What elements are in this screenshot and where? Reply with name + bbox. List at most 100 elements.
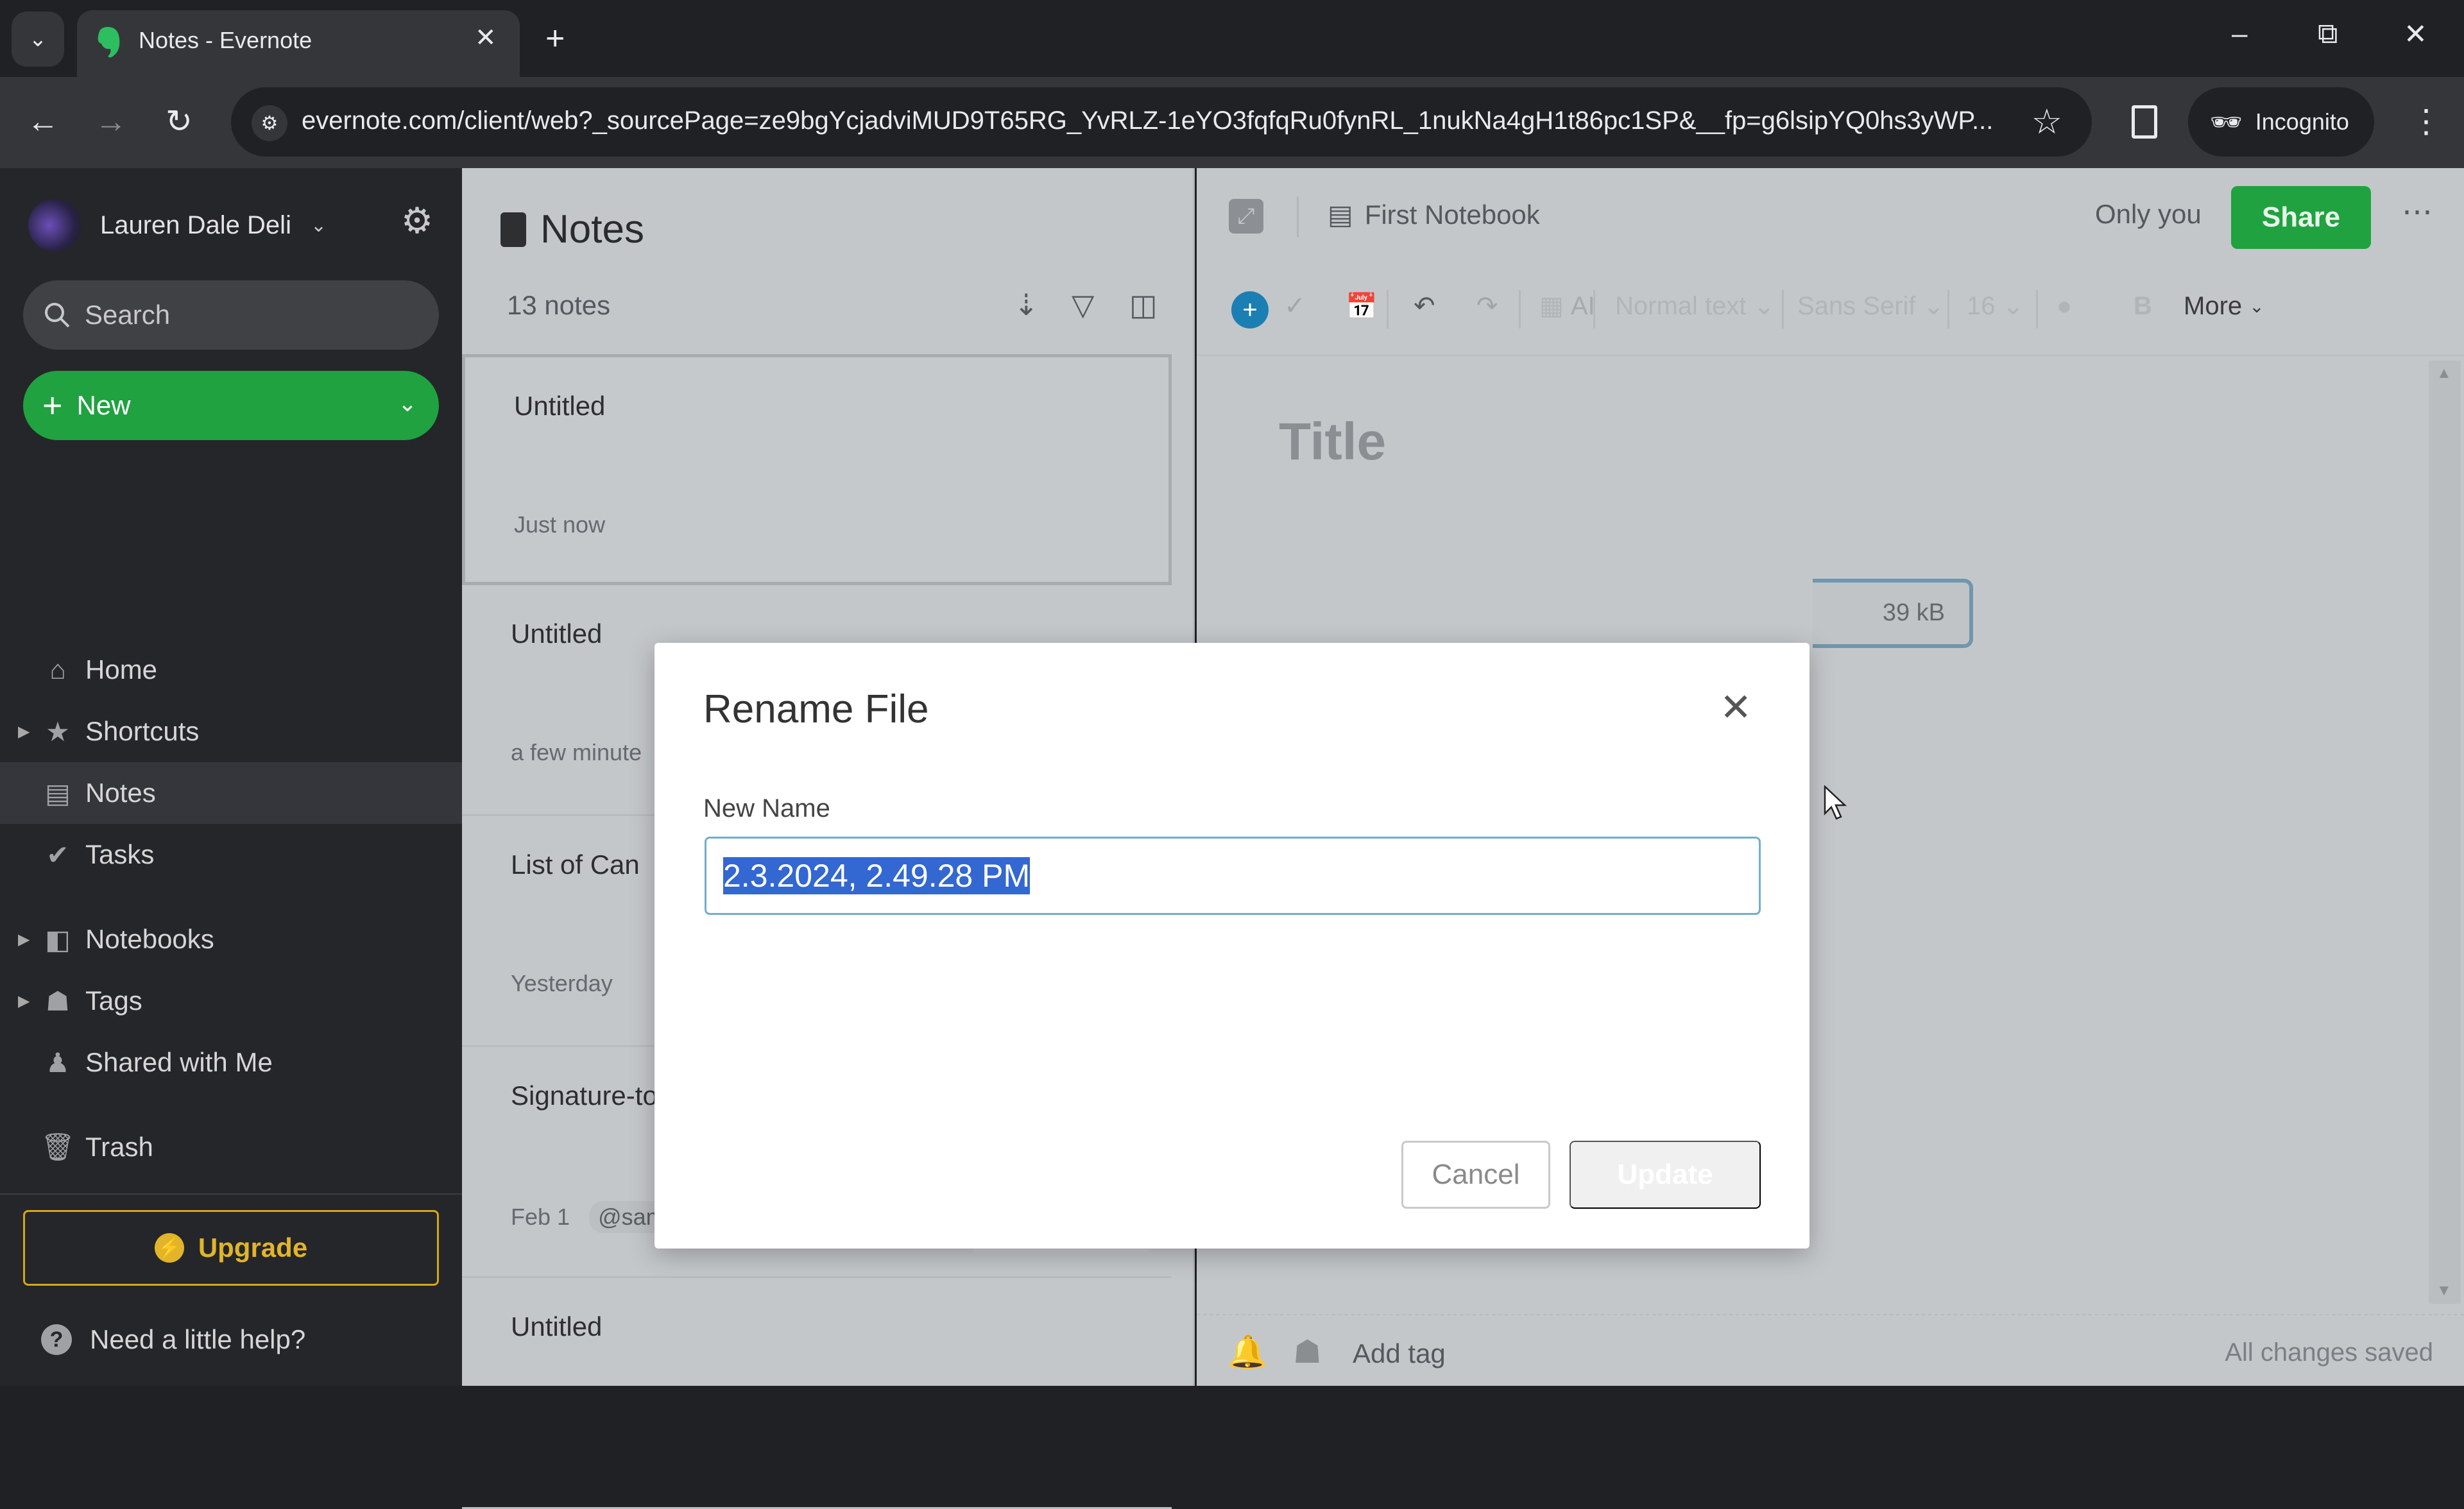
incognito-badge[interactable]: 🕶 Incognito (2188, 87, 2374, 157)
side-panel-icon[interactable] (2132, 105, 2157, 139)
note-date: Yesterday (511, 970, 613, 996)
caret-right-icon[interactable]: ▶ (18, 992, 30, 1010)
insert-plus-icon[interactable]: + (1231, 291, 1269, 328)
file-attachment[interactable]: 39 kB (1813, 579, 1973, 648)
expand-icon[interactable]: ⤢ (1229, 199, 1263, 234)
new-name-input[interactable] (705, 837, 1761, 915)
notebook-selector[interactable]: ▤ First Notebook (1328, 199, 1540, 230)
sidebar-item-notebooks[interactable]: ▶ ◧ Notebooks (0, 908, 462, 970)
caret-right-icon[interactable]: ▶ (18, 930, 30, 949)
reload-icon[interactable]: ↻ (166, 103, 193, 140)
close-window-icon[interactable]: ✕ (2404, 18, 2427, 51)
more-options-icon[interactable]: ⋯ (2402, 194, 2434, 230)
bookmark-star-icon[interactable]: ☆ (2032, 101, 2062, 142)
sidebar-item-label: Tags (85, 985, 142, 1016)
close-icon[interactable]: ✕ (1720, 685, 1752, 730)
filter-icon[interactable]: ▽ (1072, 287, 1094, 322)
minimize-icon[interactable]: – (2232, 18, 2247, 50)
sidebar-item-trash[interactable]: 🗑 Trash (0, 1116, 462, 1178)
sidebar-item-tasks[interactable]: ✔ Tasks (0, 824, 462, 885)
note-title-input[interactable]: Title (1279, 412, 1386, 472)
tab-list-button[interactable]: ⌄ (12, 12, 64, 67)
divider (1782, 290, 1784, 328)
sidebar-item-tags[interactable]: ▶ ☗ Tags (0, 970, 462, 1032)
divider (1519, 290, 1521, 328)
sidebar-item-notes[interactable]: ▤ Notes (0, 762, 462, 824)
add-tag-input[interactable]: Add tag (1353, 1338, 1446, 1369)
redo-icon[interactable]: ↷ (1476, 277, 1498, 335)
sidebar: Lauren Dale Deli ⌄ ⚙ Search + New ⌄ ⌂ Ho… (0, 168, 462, 1386)
checkbox-icon[interactable]: ✓ (1284, 277, 1306, 335)
editor-footer: 🔔 ☗ Add tag All changes saved (1197, 1314, 2464, 1386)
site-info-icon[interactable]: ⚙ (252, 105, 287, 141)
evernote-logo-icon (98, 27, 120, 58)
format-toolbar: + ✓ 📅 ↶ ↷ ▦ AI Normal text ⌄ Sans Serif … (1222, 277, 2442, 335)
calendar-icon[interactable]: 📅 (1346, 277, 1378, 335)
browser-toolbar: ← → ↻ ⚙ evernote.com/client/web?_sourceP… (0, 77, 2464, 168)
more-format-button[interactable]: More ⌄ (2184, 277, 2264, 335)
address-bar[interactable]: ⚙ evernote.com/client/web?_sourcePage=ze… (231, 87, 2092, 157)
scroll-up-icon[interactable]: ▲ (2436, 364, 2452, 382)
update-button[interactable]: Update (1570, 1141, 1761, 1209)
editor-scrollbar[interactable]: ▲ ▼ (2429, 361, 2461, 1304)
forward-arrow-icon[interactable]: → (95, 103, 127, 140)
sidebar-item-label: Shortcuts (85, 716, 200, 746)
account-switcher[interactable]: Lauren Dale Deli ⌄ (28, 199, 327, 252)
browser-tab[interactable]: Notes - Evernote ✕ (77, 10, 520, 77)
evernote-app: Lauren Dale Deli ⌄ ⚙ Search + New ⌄ ⌂ Ho… (0, 168, 2464, 1509)
note-list-item[interactable]: Untitled (462, 1278, 1172, 1509)
text-style-value: Normal text (1615, 291, 1747, 320)
chevron-down-icon: ⌄ (28, 27, 47, 51)
chevron-down-icon: ⌄ (2002, 292, 2024, 320)
sidebar-item-shared-with-me[interactable]: ♟ Shared with Me (0, 1032, 462, 1093)
new-note-button[interactable]: + New ⌄ (23, 371, 439, 440)
chevron-down-icon: ⌄ (1753, 292, 1775, 320)
add-tag-icon[interactable]: ☗ (1293, 1333, 1322, 1370)
font-size-dropdown[interactable]: 16 ⌄ (1967, 277, 2024, 335)
url-text[interactable]: evernote.com/client/web?_sourcePage=ze9b… (302, 107, 1996, 135)
share-button[interactable]: Share (2231, 186, 2371, 249)
sidebar-item-label: Tasks (85, 839, 155, 869)
star-icon: ★ (46, 716, 70, 747)
attachment-size: 39 kB (1882, 599, 1945, 626)
view-options-icon[interactable]: ◫ (1129, 287, 1157, 322)
sort-icon[interactable]: ⇣ (1014, 287, 1039, 322)
undo-icon[interactable]: ↶ (1414, 277, 1435, 335)
check-circle-icon: ✔ (46, 839, 69, 870)
cancel-button[interactable]: Cancel (1401, 1141, 1550, 1209)
close-tab-icon[interactable]: ✕ (475, 23, 497, 53)
font-value: Sans Serif (1797, 291, 1916, 320)
note-title: List of Can (511, 849, 640, 880)
settings-gear-icon[interactable]: ⚙ (398, 201, 436, 240)
divider (2036, 290, 2038, 328)
help-link[interactable]: ? Need a little help? (41, 1324, 305, 1355)
upgrade-label: Upgrade (198, 1232, 308, 1263)
sidebar-item-home[interactable]: ⌂ Home (0, 639, 462, 701)
notebook-icon: ▤ (1328, 200, 1353, 230)
text-color-icon[interactable]: ● (2057, 277, 2072, 335)
divider (1387, 290, 1389, 328)
chevron-down-icon[interactable]: ⌄ (398, 390, 417, 417)
ai-button[interactable]: ▦ AI (1539, 277, 1595, 335)
sidebar-item-shortcuts[interactable]: ▶ ★ Shortcuts (0, 701, 462, 762)
divider (1593, 290, 1595, 328)
browser-menu-icon[interactable]: ⋮ (2410, 103, 2442, 140)
search-icon (45, 303, 70, 328)
scroll-down-icon[interactable]: ▼ (2436, 1282, 2452, 1300)
search-input[interactable]: Search (23, 280, 439, 350)
back-arrow-icon[interactable]: ← (27, 103, 59, 140)
chevron-down-icon: ⌄ (310, 214, 327, 236)
add-reminder-icon[interactable]: 🔔 (1228, 1333, 1267, 1371)
font-dropdown[interactable]: Sans Serif ⌄ (1797, 277, 1944, 335)
note-list-item[interactable]: Untitled Just now (462, 354, 1172, 585)
bold-button[interactable]: B (2134, 277, 2152, 335)
page-title: Notes (540, 207, 644, 252)
notebook-icon: ◧ (45, 924, 71, 955)
restore-icon[interactable]: ⧉ (2318, 18, 2338, 50)
note-list-header: Notes (501, 207, 644, 252)
text-style-dropdown[interactable]: Normal text ⌄ (1615, 277, 1775, 335)
new-tab-icon[interactable]: + (545, 19, 565, 58)
caret-right-icon[interactable]: ▶ (18, 722, 30, 741)
browser-tab-bar: ⌄ Notes - Evernote ✕ + – ⧉ ✕ (0, 0, 2464, 77)
upgrade-button[interactable]: ⚡ Upgrade (23, 1210, 439, 1286)
